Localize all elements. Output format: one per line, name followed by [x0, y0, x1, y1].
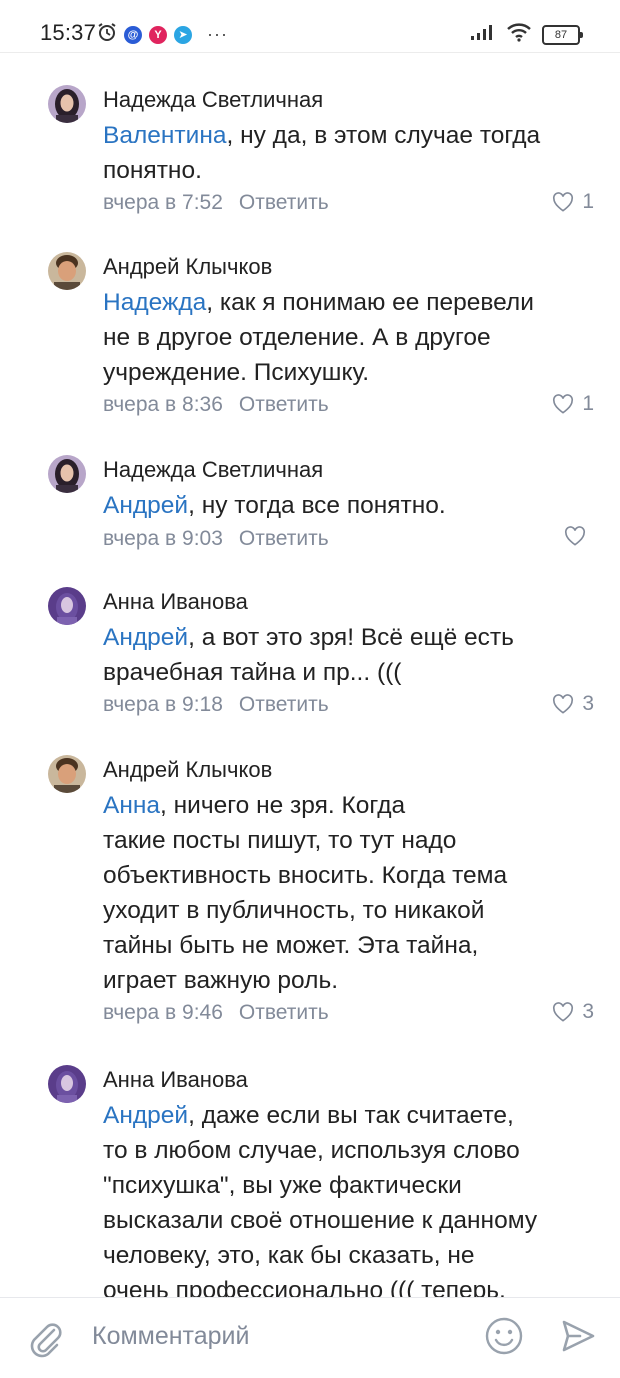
heart-icon	[553, 694, 574, 714]
send-icon[interactable]	[560, 1318, 596, 1359]
comment-text: Андрей, даже если вы так считаете, то в …	[103, 1098, 598, 1297]
comment-text: Андрей, ну тогда все понятно.	[103, 488, 598, 523]
heart-icon	[553, 1002, 574, 1022]
comment-line: , даже если вы так считаете,	[188, 1102, 514, 1129]
comment-line: такие посты пишут, то тут надо	[103, 827, 457, 854]
heart-icon	[553, 192, 574, 212]
comment-meta: вчера в 9:03 Ответить	[103, 527, 329, 551]
like-button[interactable]: 3	[552, 1000, 594, 1024]
comment-line: , как я понимаю ее перевели	[206, 289, 534, 316]
comment-line: , а вот это зря! Всё ещё есть	[188, 624, 514, 651]
signal-icon	[470, 23, 496, 46]
avatar[interactable]	[48, 252, 86, 290]
comment-line: , ничего не зря. Когда	[160, 792, 406, 819]
reply-button[interactable]: Ответить	[239, 191, 329, 214]
comment-line: врачебная тайна и пр... (((	[103, 659, 402, 686]
comment-line: очень профессионально ((( теперь,	[103, 1277, 506, 1297]
comment-line: , ну да, в этом случае тогда	[226, 122, 541, 149]
comment-line: уходит в публичность, то никакой	[103, 897, 485, 924]
mention-link[interactable]: Надежда	[103, 289, 206, 316]
reply-button[interactable]: Ответить	[239, 393, 329, 416]
reply-button[interactable]: Ответить	[239, 1001, 329, 1024]
comment-composer: Комментарий	[0, 1297, 620, 1378]
like-count: 3	[582, 1000, 594, 1023]
reply-button[interactable]: Ответить	[239, 527, 329, 550]
comment-line: понятно.	[103, 157, 202, 184]
comment-author[interactable]: Анна Иванова	[103, 589, 248, 615]
more-icon: ···	[207, 24, 228, 44]
mention-link[interactable]: Валентина	[103, 122, 226, 149]
comment-author[interactable]: Надежда Светличная	[103, 457, 323, 483]
comment-text: Анна, ничего не зря. Когда такие посты п…	[103, 788, 598, 998]
comment-line: то в любом случае, используя слово	[103, 1137, 520, 1164]
system-indicators: 87	[470, 22, 583, 47]
comment-time: вчера в 7:52	[103, 191, 223, 214]
avatar[interactable]	[48, 587, 86, 625]
avatar[interactable]	[48, 455, 86, 493]
mention-link[interactable]: Андрей	[103, 492, 188, 519]
heart-icon	[553, 394, 574, 414]
mention-link[interactable]: Андрей	[103, 624, 188, 651]
comment-author[interactable]: Надежда Светличная	[103, 87, 323, 113]
like-button[interactable]: 1	[552, 392, 594, 416]
notification-icons: @ Y ➤ ···	[97, 22, 228, 47]
comment-line: объективность вносить. Когда тема	[103, 862, 508, 889]
comment-time: вчера в 9:03	[103, 527, 223, 550]
reply-button[interactable]: Ответить	[239, 693, 329, 716]
comment-time: вчера в 9:46	[103, 1001, 223, 1024]
like-button[interactable]	[564, 526, 594, 546]
comment-line: не в другое отделение. А в другое	[103, 324, 491, 351]
comment-time: вчера в 8:36	[103, 393, 223, 416]
like-button[interactable]: 1	[552, 190, 594, 214]
comment-line: , ну тогда все понятно.	[188, 492, 446, 519]
mention-link[interactable]: Анна	[103, 792, 160, 819]
avatar[interactable]	[48, 1065, 86, 1103]
comments-list[interactable]: Надежда Светличная Валентина, ну да, в э…	[0, 52, 620, 1297]
like-count: 3	[582, 692, 594, 715]
avatar[interactable]	[48, 755, 86, 793]
like-count: 1	[582, 190, 594, 213]
alarm-icon	[97, 22, 117, 47]
comment-input[interactable]: Комментарий	[92, 1322, 249, 1351]
comment-meta: вчера в 8:36 Ответить	[103, 393, 329, 417]
like-count: 1	[582, 392, 594, 415]
comment-author[interactable]: Андрей Клычков	[103, 757, 272, 783]
comment-text: Надежда, как я понимаю ее перевели не в …	[103, 285, 598, 390]
telegram-icon: ➤	[174, 25, 192, 44]
comment-line: тайны быть не может. Эта тайна,	[103, 932, 479, 959]
comment-line: человеку, это, как бы сказать, не	[103, 1242, 475, 1269]
like-button[interactable]: 3	[552, 692, 594, 716]
comment-text: Андрей, а вот это зря! Всё ещё есть врач…	[103, 620, 598, 690]
comment-time: вчера в 9:18	[103, 693, 223, 716]
wifi-icon	[506, 22, 532, 47]
mention-link[interactable]: Андрей	[103, 1102, 188, 1129]
avatar[interactable]	[48, 85, 86, 123]
mail-app-icon: @	[124, 25, 142, 44]
comment-meta: вчера в 9:18 Ответить	[103, 693, 329, 717]
comment-meta: вчера в 9:46 Ответить	[103, 1001, 329, 1025]
status-time: 15:37	[40, 20, 97, 45]
comment-line: играет важную роль.	[103, 967, 339, 994]
battery-icon: 87	[542, 24, 583, 45]
attach-icon[interactable]	[26, 1318, 64, 1363]
comment-text: Валентина, ну да, в этом случае тогда по…	[103, 118, 598, 188]
emoji-icon[interactable]	[484, 1316, 524, 1361]
comment-line: учреждение. Психушку.	[103, 359, 370, 386]
yandex-app-icon: Y	[149, 25, 167, 44]
status-bar: 15:37 @ Y ➤ ··· 87	[0, 0, 620, 53]
comment-line: высказали своё отношение к данному	[103, 1207, 538, 1234]
comment-line: "психушка", вы уже фактически	[103, 1172, 462, 1199]
comment-meta: вчера в 7:52 Ответить	[103, 191, 329, 215]
comment-author[interactable]: Андрей Клычков	[103, 254, 272, 280]
heart-icon	[564, 526, 586, 546]
comment-author[interactable]: Анна Иванова	[103, 1067, 248, 1093]
